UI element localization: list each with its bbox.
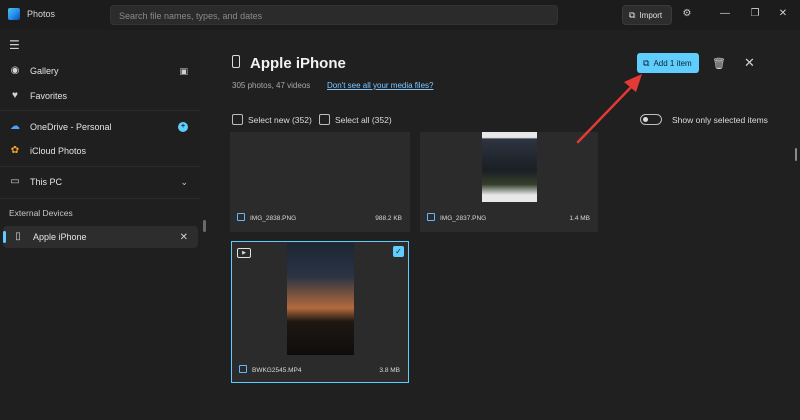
- scrollbar[interactable]: [795, 148, 797, 161]
- selected-check-icon[interactable]: ✓: [393, 246, 404, 257]
- close-icon[interactable]: ✕: [180, 232, 188, 243]
- video-file-icon: [239, 365, 247, 373]
- hamburger-menu-icon[interactable]: ☰: [9, 38, 20, 52]
- gallery-icon: ◉: [10, 65, 20, 76]
- close-window-icon[interactable]: ✕: [776, 8, 790, 20]
- select-new-checkbox[interactable]: [232, 114, 243, 125]
- sidebar-item-label: iCloud Photos: [30, 146, 87, 156]
- file-size: 1.4 MB: [569, 215, 590, 222]
- file-size: 988.2 KB: [375, 215, 402, 222]
- title-bar: Photos ⧉ Import ⚙ — ❐ ✕: [0, 0, 800, 30]
- image-file-icon: [427, 213, 435, 221]
- import-button[interactable]: ⧉ Import: [622, 5, 672, 25]
- sidebar-item-gallery[interactable]: ◉ Gallery ▣: [0, 60, 198, 82]
- add-to-gallery-icon: ⧉: [643, 57, 650, 68]
- select-new-label: Select new (352): [248, 115, 312, 125]
- add-items-button[interactable]: ⧉ Add 1 item: [637, 53, 699, 73]
- select-all-checkbox[interactable]: [319, 114, 330, 125]
- media-tile[interactable]: IMG_2838.PNG 988.2 KB: [230, 132, 410, 232]
- device-import-pane: Apple iPhone 305 photos, 47 videos Don't…: [210, 30, 800, 420]
- search-input[interactable]: [111, 7, 557, 25]
- sidebar-divider: [0, 110, 200, 111]
- trash-icon[interactable]: 🗑: [712, 57, 726, 70]
- sidebar-divider: [0, 166, 200, 167]
- sidebar-item-label: Gallery: [30, 66, 59, 76]
- minimize-icon[interactable]: —: [718, 8, 732, 20]
- file-name: IMG_2838.PNG: [250, 215, 297, 222]
- sidebar-item-this-pc[interactable]: ▭ This PC ⌄: [0, 171, 198, 193]
- section-label-external-devices: External Devices: [9, 208, 73, 218]
- add-items-label: Add 1 item: [653, 58, 692, 68]
- file-name: BWKG2545.MP4: [252, 367, 302, 374]
- phone-icon: ▯: [15, 231, 21, 242]
- file-name: IMG_2837.PNG: [440, 215, 487, 222]
- sidebar: ☰ ◉ Gallery ▣ ♥ Favorites ☁ OneDrive - P…: [0, 30, 200, 420]
- phone-icon: [232, 55, 240, 68]
- missing-media-link[interactable]: Don't see all your media files?: [327, 81, 433, 90]
- heart-icon: ♥: [12, 90, 18, 101]
- sidebar-divider: [0, 198, 200, 199]
- media-tile[interactable]: IMG_2837.PNG 1.4 MB: [420, 132, 598, 232]
- gear-icon[interactable]: ⚙: [680, 8, 694, 20]
- sidebar-item-apple-iphone[interactable]: ▯ Apple iPhone ✕: [3, 226, 198, 248]
- show-selected-label: Show only selected items: [672, 115, 768, 125]
- sidebar-item-label: This PC: [30, 177, 63, 187]
- pane-resize-handle[interactable]: [203, 220, 206, 232]
- sidebar-item-favorites[interactable]: ♥ Favorites: [0, 85, 198, 107]
- photos-app-icon: [8, 8, 20, 20]
- close-icon[interactable]: ✕: [744, 55, 755, 71]
- video-icon: ▶: [237, 248, 251, 258]
- page-title: Apple iPhone: [250, 55, 346, 72]
- media-counts: 305 photos, 47 videos: [232, 81, 311, 90]
- file-size: 3.8 MB: [379, 367, 400, 374]
- add-folder-icon[interactable]: ▣: [179, 66, 188, 77]
- sidebar-item-label: Favorites: [30, 91, 68, 101]
- media-tile[interactable]: ▶ ✓ BWKG2545.MP4 3.8 MB: [231, 241, 409, 383]
- image-thumbnail: [482, 132, 537, 202]
- import-label: Import: [639, 10, 663, 20]
- search-box[interactable]: [110, 5, 558, 25]
- maximize-icon[interactable]: ❐: [748, 8, 762, 20]
- image-file-icon: [237, 213, 245, 221]
- computer-icon: ▭: [10, 176, 20, 187]
- chevron-down-icon[interactable]: ⌄: [180, 177, 188, 188]
- show-selected-toggle[interactable]: [640, 114, 662, 125]
- import-icon: ⧉: [629, 9, 636, 20]
- app-title: Photos: [27, 9, 56, 19]
- video-thumbnail: [287, 243, 354, 355]
- sidebar-item-label: OneDrive - Personal: [30, 122, 112, 132]
- cloud-icon: ☁: [10, 121, 20, 132]
- sidebar-item-onedrive[interactable]: ☁ OneDrive - Personal +: [0, 116, 198, 138]
- select-all-label: Select all (352): [335, 115, 392, 125]
- sidebar-item-label: Apple iPhone: [33, 232, 87, 242]
- icloud-icon: ✿: [10, 145, 20, 156]
- sync-status-icon: +: [178, 122, 188, 132]
- sidebar-item-icloud[interactable]: ✿ iCloud Photos: [0, 140, 198, 162]
